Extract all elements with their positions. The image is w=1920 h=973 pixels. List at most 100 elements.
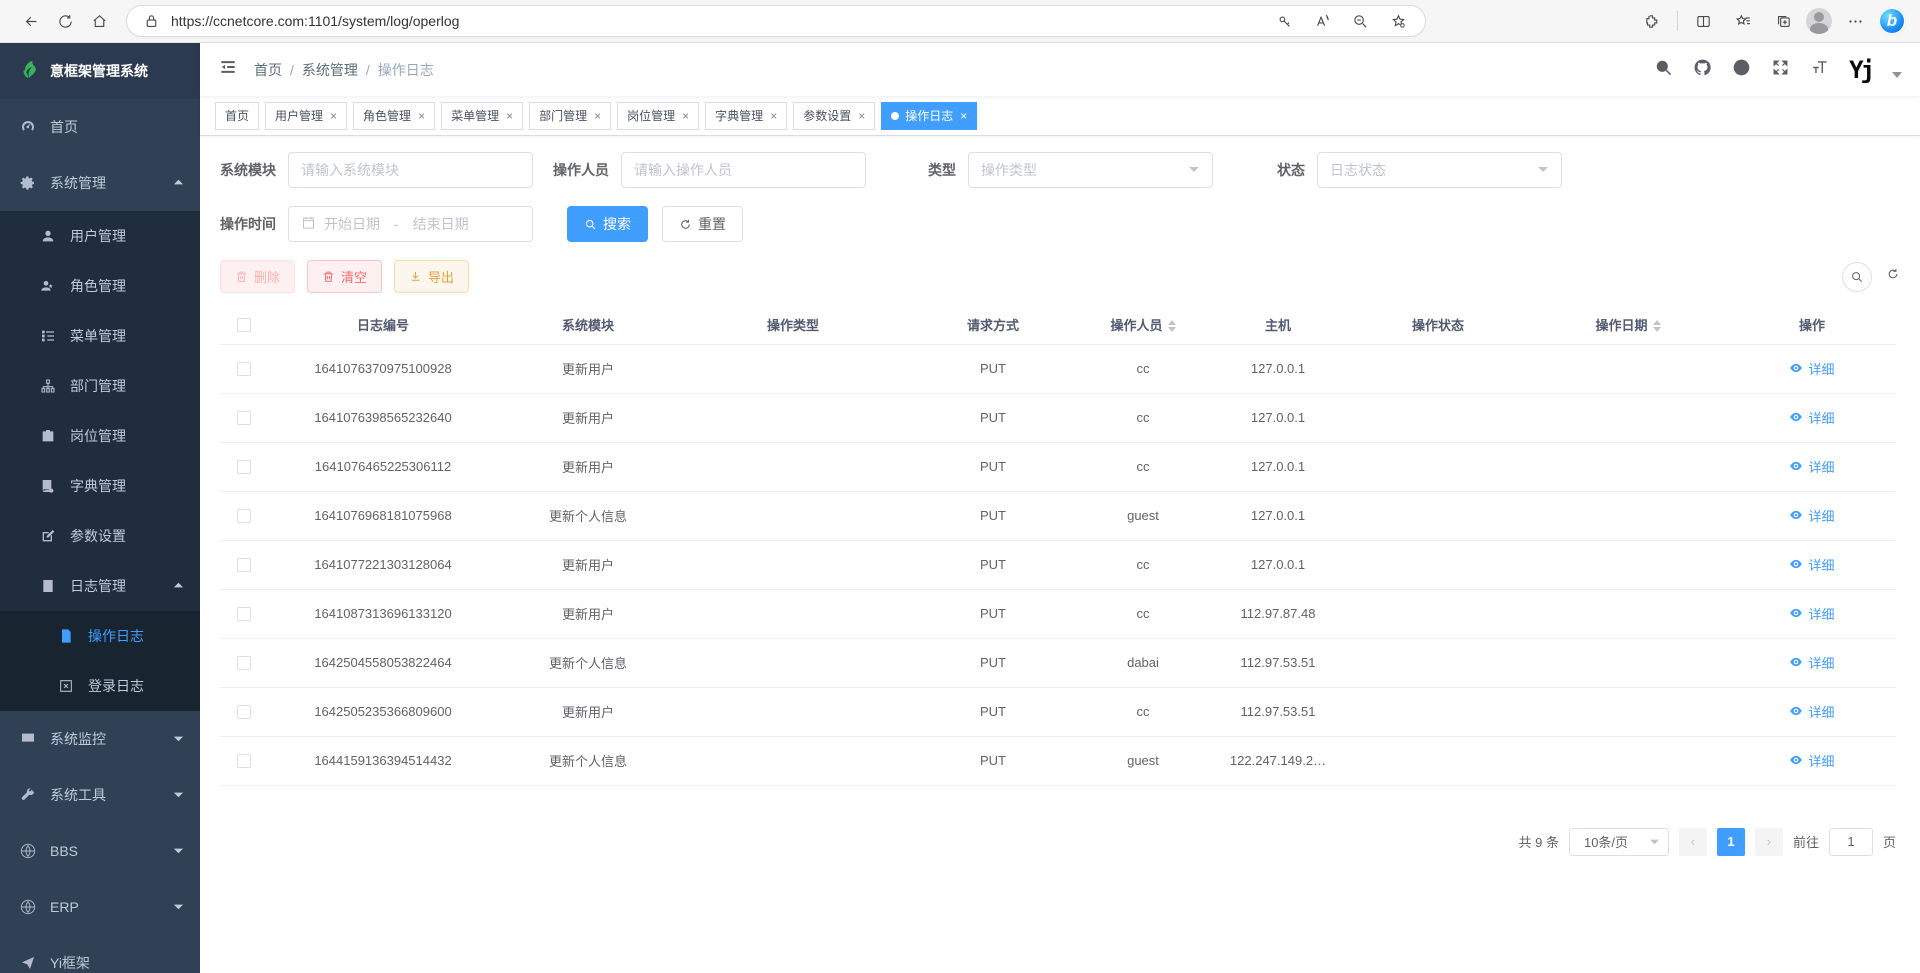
table-row[interactable]: 1642504558053822464更新个人信息PUTdabai112.97.… [220, 638, 1896, 687]
status-select[interactable]: 日志状态 [1317, 152, 1562, 188]
clear-button[interactable]: 清空 [307, 260, 382, 293]
fullscreen-icon[interactable] [1771, 58, 1790, 82]
tab-oper-log[interactable]: 操作日志× [881, 102, 977, 130]
type-select[interactable]: 操作类型 [968, 152, 1213, 188]
detail-link[interactable]: 详细 [1789, 457, 1834, 476]
sidebar-collapse-icon[interactable] [218, 57, 238, 82]
tab-home[interactable]: 首页 [215, 102, 259, 130]
bing-chat-icon[interactable]: b [1878, 7, 1906, 35]
user-menu-caret-icon[interactable] [1892, 72, 1902, 78]
operator-input[interactable]: 请输入操作人员 [621, 152, 866, 188]
close-icon[interactable]: × [858, 109, 865, 123]
header-search-icon[interactable] [1654, 58, 1673, 82]
close-icon[interactable]: × [418, 109, 425, 123]
sidebar-item-erp[interactable]: ERP [0, 879, 200, 935]
next-page-button[interactable]: › [1755, 828, 1783, 856]
sidebar-item-bbs[interactable]: BBS [0, 823, 200, 879]
sidebar-item-role-mgmt[interactable]: 角色管理 [0, 261, 200, 311]
table-row[interactable]: 1641077221303128064更新用户PUTcc127.0.0.1 详细 [220, 540, 1896, 589]
font-size-icon[interactable] [1810, 58, 1829, 82]
tab-menu-mgmt[interactable]: 菜单管理× [441, 102, 523, 130]
close-icon[interactable]: × [682, 109, 689, 123]
prev-page-button[interactable]: ‹ [1679, 828, 1707, 856]
tab-role-mgmt[interactable]: 角色管理× [353, 102, 435, 130]
date-range-input[interactable]: 开始日期 - 结束日期 [288, 206, 533, 242]
refresh-table-button[interactable] [1886, 267, 1900, 286]
sidebar-item-login-log[interactable]: 登录日志 [0, 661, 200, 711]
row-checkbox[interactable] [237, 411, 251, 425]
browser-back-icon[interactable] [14, 6, 48, 36]
password-key-icon[interactable] [1267, 6, 1301, 36]
split-screen-icon[interactable] [1686, 6, 1720, 36]
browser-profile-avatar[interactable] [1806, 8, 1832, 34]
delete-button[interactable]: 删除 [220, 260, 295, 293]
tab-param-settings[interactable]: 参数设置× [793, 102, 875, 130]
browser-refresh-icon[interactable] [48, 6, 82, 36]
sidebar-item-log-mgmt[interactable]: 日志管理 [0, 561, 200, 611]
row-checkbox[interactable] [237, 607, 251, 621]
sidebar-item-menu-mgmt[interactable]: 菜单管理 [0, 311, 200, 361]
sort-carets-icon[interactable] [1653, 320, 1661, 332]
sidebar-item-oper-log[interactable]: 操作日志 [0, 611, 200, 661]
close-icon[interactable]: × [960, 109, 967, 123]
table-row[interactable]: 1641076370975100928更新用户PUTcc127.0.0.1 详细 [220, 344, 1896, 393]
detail-link[interactable]: 详细 [1789, 506, 1834, 525]
sidebar-item-dict-mgmt[interactable]: 字典管理 [0, 461, 200, 511]
tab-post-mgmt[interactable]: 岗位管理× [617, 102, 699, 130]
browser-home-icon[interactable] [82, 6, 116, 36]
row-checkbox[interactable] [237, 705, 251, 719]
favorites-bar-icon[interactable] [1726, 6, 1760, 36]
zoom-out-icon[interactable] [1343, 6, 1377, 36]
table-row[interactable]: 1641087313696133120更新用户PUTcc112.97.87.48… [220, 589, 1896, 638]
sidebar-item-home[interactable]: 首页 [0, 99, 200, 155]
table-row[interactable]: 1641076465225306112更新用户PUTcc127.0.0.1 详细 [220, 442, 1896, 491]
url-text[interactable]: https://ccnetcore.com:1101/system/log/op… [171, 13, 1267, 29]
close-icon[interactable]: × [770, 109, 777, 123]
col-date[interactable]: 操作日期 [1528, 305, 1728, 344]
select-all-checkbox[interactable] [237, 318, 251, 332]
goto-page-input[interactable]: 1 [1829, 828, 1873, 856]
row-checkbox[interactable] [237, 754, 251, 768]
module-input[interactable]: 请输入系统模块 [288, 152, 533, 188]
collections-icon[interactable] [1766, 6, 1800, 36]
row-checkbox[interactable] [237, 558, 251, 572]
table-row[interactable]: 1641076398565232640更新用户PUTcc127.0.0.1 详细 [220, 393, 1896, 442]
breadcrumb-section[interactable]: 系统管理 [302, 60, 358, 80]
detail-link[interactable]: 详细 [1789, 604, 1834, 623]
close-icon[interactable]: × [594, 109, 601, 123]
github-icon[interactable] [1693, 58, 1712, 82]
toggle-search-button[interactable] [1842, 262, 1872, 292]
sort-carets-icon[interactable] [1168, 320, 1176, 332]
detail-link[interactable]: 详细 [1789, 555, 1834, 574]
detail-link[interactable]: 详细 [1789, 702, 1834, 721]
detail-link[interactable]: 详细 [1789, 653, 1834, 672]
col-operator[interactable]: 操作人员 [1078, 305, 1208, 344]
address-bar[interactable]: https://ccnetcore.com:1101/system/log/op… [126, 5, 1426, 37]
page-number-button[interactable]: 1 [1717, 828, 1745, 856]
browser-menu-ellipsis-icon[interactable] [1838, 6, 1872, 36]
sidebar-item-param-settings[interactable]: 参数设置 [0, 511, 200, 561]
detail-link[interactable]: 详细 [1789, 408, 1834, 427]
read-aloud-icon[interactable] [1305, 6, 1339, 36]
search-button[interactable]: 搜索 [567, 206, 648, 242]
tab-dict-mgmt[interactable]: 字典管理× [705, 102, 787, 130]
table-row[interactable]: 1644159136394514432更新个人信息PUTguest122.247… [220, 736, 1896, 785]
breadcrumb-home[interactable]: 首页 [254, 60, 282, 80]
page-size-select[interactable]: 10条/页 [1569, 828, 1669, 856]
tab-dept-mgmt[interactable]: 部门管理× [529, 102, 611, 130]
sidebar-item-dept-mgmt[interactable]: 部门管理 [0, 361, 200, 411]
tab-user-mgmt[interactable]: 用户管理× [265, 102, 347, 130]
detail-link[interactable]: 详细 [1789, 751, 1834, 770]
table-row[interactable]: 1641076968181075968更新个人信息PUTguest127.0.0… [220, 491, 1896, 540]
sidebar-item-tools[interactable]: 系统工具 [0, 767, 200, 823]
row-checkbox[interactable] [237, 509, 251, 523]
detail-link[interactable]: 详细 [1789, 359, 1834, 378]
close-icon[interactable]: × [506, 109, 513, 123]
sidebar-item-system[interactable]: 系统管理 [0, 155, 200, 211]
help-icon[interactable] [1732, 58, 1751, 82]
sidebar-item-monitor[interactable]: 系统监控 [0, 711, 200, 767]
close-icon[interactable]: × [330, 109, 337, 123]
sidebar-item-post-mgmt[interactable]: 岗位管理 [0, 411, 200, 461]
sidebar-item-user-mgmt[interactable]: 用户管理 [0, 211, 200, 261]
table-row[interactable]: 1642505235366809600更新用户PUTcc112.97.53.51… [220, 687, 1896, 736]
